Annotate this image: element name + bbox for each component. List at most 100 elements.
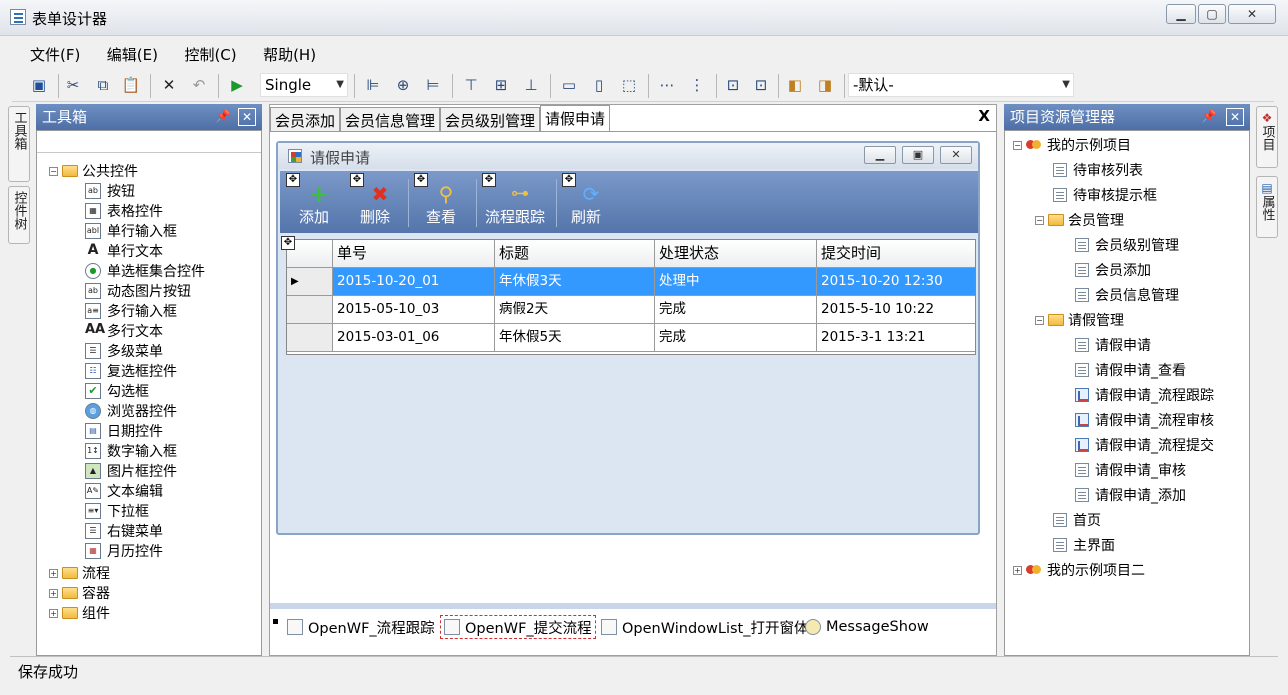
designed-form[interactable]: 请假申请 ▁ ▣ ✕ ✥ + 添加 ✥ ✖ 删除 ✥ ⚲ 查看 ✥ ⊶ 流程跟踪… xyxy=(276,141,980,535)
toolbox-close-button[interactable]: ✕ xyxy=(238,108,256,126)
menu-file[interactable]: 文件(F) xyxy=(30,44,80,65)
control-item[interactable]: AA 多行文本 xyxy=(85,321,163,341)
align-top-icon[interactable]: ⊤ xyxy=(460,74,482,96)
tree-group-public[interactable]: − 公共控件 xyxy=(49,161,138,181)
tree-project-root[interactable]: − 我的示例项目 xyxy=(1013,135,1131,155)
control-item[interactable]: ▦ 月历控件 xyxy=(85,541,163,561)
tree-item[interactable]: 会员级别管理 xyxy=(1075,235,1179,255)
table-row[interactable]: 2015-05-10_03 病假2天 完成 2015-5-10 10:22 xyxy=(287,296,975,324)
tree-item[interactable]: 主界面 xyxy=(1053,535,1115,555)
bring-front-icon[interactable]: ◧ xyxy=(784,74,806,96)
center-v-icon[interactable]: ⊡ xyxy=(750,74,772,96)
control-item[interactable]: ab 动态图片按钮 xyxy=(85,281,191,301)
control-item[interactable]: ✔ 勾选框 xyxy=(85,381,149,401)
delete-button[interactable]: ✥ ✖ 删除 xyxy=(346,171,404,233)
h-spacing-icon[interactable]: ⋯ xyxy=(656,74,678,96)
align-middle-icon[interactable]: ⊞ xyxy=(490,74,512,96)
tree-item[interactable]: 会员信息管理 xyxy=(1075,285,1179,305)
tab-properties-vertical[interactable]: ▤ 属性 xyxy=(1256,176,1278,238)
control-item[interactable]: ▤ 日期控件 xyxy=(85,421,163,441)
delete-icon[interactable]: ✕ xyxy=(158,74,180,96)
maximize-button[interactable]: ▢ xyxy=(1198,4,1226,24)
form-close-button[interactable]: ✕ xyxy=(940,146,972,164)
form-minimize-button[interactable]: ▁ xyxy=(864,146,896,164)
center-h-icon[interactable]: ⊡ xyxy=(722,74,744,96)
menu-edit[interactable]: 编辑(E) xyxy=(107,44,158,65)
style-select[interactable]: -默认- ▼ xyxy=(848,73,1074,97)
tree-item[interactable]: 请假申请_流程审核 xyxy=(1075,410,1214,430)
view-button[interactable]: ✥ ⚲ 查看 xyxy=(410,171,472,233)
control-item[interactable]: ab 按钮 xyxy=(85,181,135,201)
tab-member-add[interactable]: 会员添加 xyxy=(270,107,341,131)
pin-icon[interactable]: 📌 xyxy=(1200,108,1218,126)
align-center-icon[interactable]: ⊕ xyxy=(392,74,414,96)
control-item[interactable]: 1↕ 数字输入框 xyxy=(85,441,177,461)
same-size-icon[interactable]: ⬚ xyxy=(618,74,640,96)
tree-item[interactable]: 首页 xyxy=(1053,510,1101,530)
tree-group-component[interactable]: + 组件 xyxy=(49,603,110,623)
copy-icon[interactable]: ⧉ xyxy=(92,74,114,96)
tree-item[interactable]: 请假申请_查看 xyxy=(1075,360,1186,380)
method-messageshow[interactable]: MessageShow xyxy=(802,615,932,639)
control-item[interactable]: ☰ 多级菜单 xyxy=(85,341,163,361)
column-header[interactable]: 处理状态 xyxy=(655,240,817,268)
run-icon[interactable]: ▶ xyxy=(226,74,248,96)
flow-track-button[interactable]: ✥ ⊶ 流程跟踪 xyxy=(478,171,552,233)
tab-leave-request[interactable]: 请假申请 xyxy=(540,105,611,131)
undo-icon[interactable]: ↶ xyxy=(188,74,210,96)
document-close-icon[interactable]: X xyxy=(978,107,990,125)
tree-item[interactable]: 请假申请_流程提交 xyxy=(1075,435,1214,455)
tab-project-vertical[interactable]: ❖ 项目 xyxy=(1256,106,1278,168)
tab-member-level[interactable]: 会员级别管理 xyxy=(440,107,541,131)
tab-toolbox-vertical[interactable]: 工具箱 xyxy=(8,106,30,182)
control-item[interactable]: A 单行文本 xyxy=(85,241,163,261)
tree-group-container[interactable]: + 容器 xyxy=(49,583,110,603)
tab-member-info[interactable]: 会员信息管理 xyxy=(340,107,441,131)
tree-item[interactable]: 请假申请_审核 xyxy=(1075,460,1186,480)
paste-icon[interactable]: 📋 xyxy=(120,74,142,96)
method-openwf-track[interactable]: OpenWF_流程跟踪 xyxy=(284,615,438,639)
tree-item[interactable]: 请假申请_添加 xyxy=(1075,485,1186,505)
tree-item[interactable]: 待审核列表 xyxy=(1053,160,1143,180)
column-header[interactable]: 提交时间 xyxy=(817,240,975,268)
menu-help[interactable]: 帮助(H) xyxy=(263,44,316,65)
column-header[interactable]: 单号 xyxy=(333,240,495,268)
add-button[interactable]: ✥ + 添加 xyxy=(282,171,346,233)
menu-control[interactable]: 控制(C) xyxy=(184,44,236,65)
save-icon[interactable]: ▣ xyxy=(28,74,50,96)
method-openwindowlist[interactable]: OpenWindowList_打开窗体 xyxy=(598,615,812,639)
tree-folder-leave[interactable]: − 请假管理 xyxy=(1035,310,1124,330)
tree-item[interactable]: 会员添加 xyxy=(1075,260,1151,280)
send-back-icon[interactable]: ◨ xyxy=(814,74,836,96)
control-item[interactable]: ● 单选框集合控件 xyxy=(85,261,205,281)
mode-select[interactable]: Single ▼ xyxy=(260,73,348,97)
toolbox-search[interactable] xyxy=(37,131,261,153)
same-width-icon[interactable]: ▭ xyxy=(558,74,580,96)
control-item[interactable]: ▲ 图片框控件 xyxy=(85,461,177,481)
pin-icon[interactable]: 📌 xyxy=(214,108,232,126)
tree-item[interactable]: 待审核提示框 xyxy=(1053,185,1157,205)
column-header[interactable]: 标题 xyxy=(495,240,655,268)
refresh-button[interactable]: ✥ ⟳ 刷新 xyxy=(558,171,614,233)
cut-icon[interactable]: ✂ xyxy=(62,74,84,96)
same-height-icon[interactable]: ▯ xyxy=(588,74,610,96)
minimize-button[interactable]: ▁ xyxy=(1166,4,1196,24)
table-row[interactable]: ▶ 2015-10-20_01 年休假3天 处理中 2015-10-20 12:… xyxy=(287,268,975,296)
form-maximize-button[interactable]: ▣ xyxy=(902,146,934,164)
v-spacing-icon[interactable]: ⋮ xyxy=(686,74,708,96)
control-item[interactable]: ☷ 复选框控件 xyxy=(85,361,177,381)
tree-item[interactable]: 请假申请 xyxy=(1075,335,1151,355)
project-close-button[interactable]: ✕ xyxy=(1226,108,1244,126)
control-item[interactable]: A✎ 文本编辑 xyxy=(85,481,163,501)
move-handle-icon[interactable]: ✥ xyxy=(281,236,295,250)
align-right-icon[interactable]: ⊨ xyxy=(422,74,444,96)
control-item[interactable]: abl 单行输入框 xyxy=(85,221,177,241)
splitter[interactable] xyxy=(270,603,996,609)
close-button[interactable]: ✕ xyxy=(1228,4,1276,24)
tab-control-tree-vertical[interactable]: 控件树 xyxy=(8,186,30,244)
data-grid[interactable]: ✥ 单号 标题 处理状态 提交时间 ▶ 2015-10-20_01 年休假3天 … xyxy=(281,236,976,355)
control-item[interactable]: ▦ 表格控件 xyxy=(85,201,163,221)
control-item[interactable]: ◍ 浏览器控件 xyxy=(85,401,177,421)
tree-project-root-2[interactable]: + 我的示例项目二 xyxy=(1013,560,1145,580)
align-bottom-icon[interactable]: ⊥ xyxy=(520,74,542,96)
